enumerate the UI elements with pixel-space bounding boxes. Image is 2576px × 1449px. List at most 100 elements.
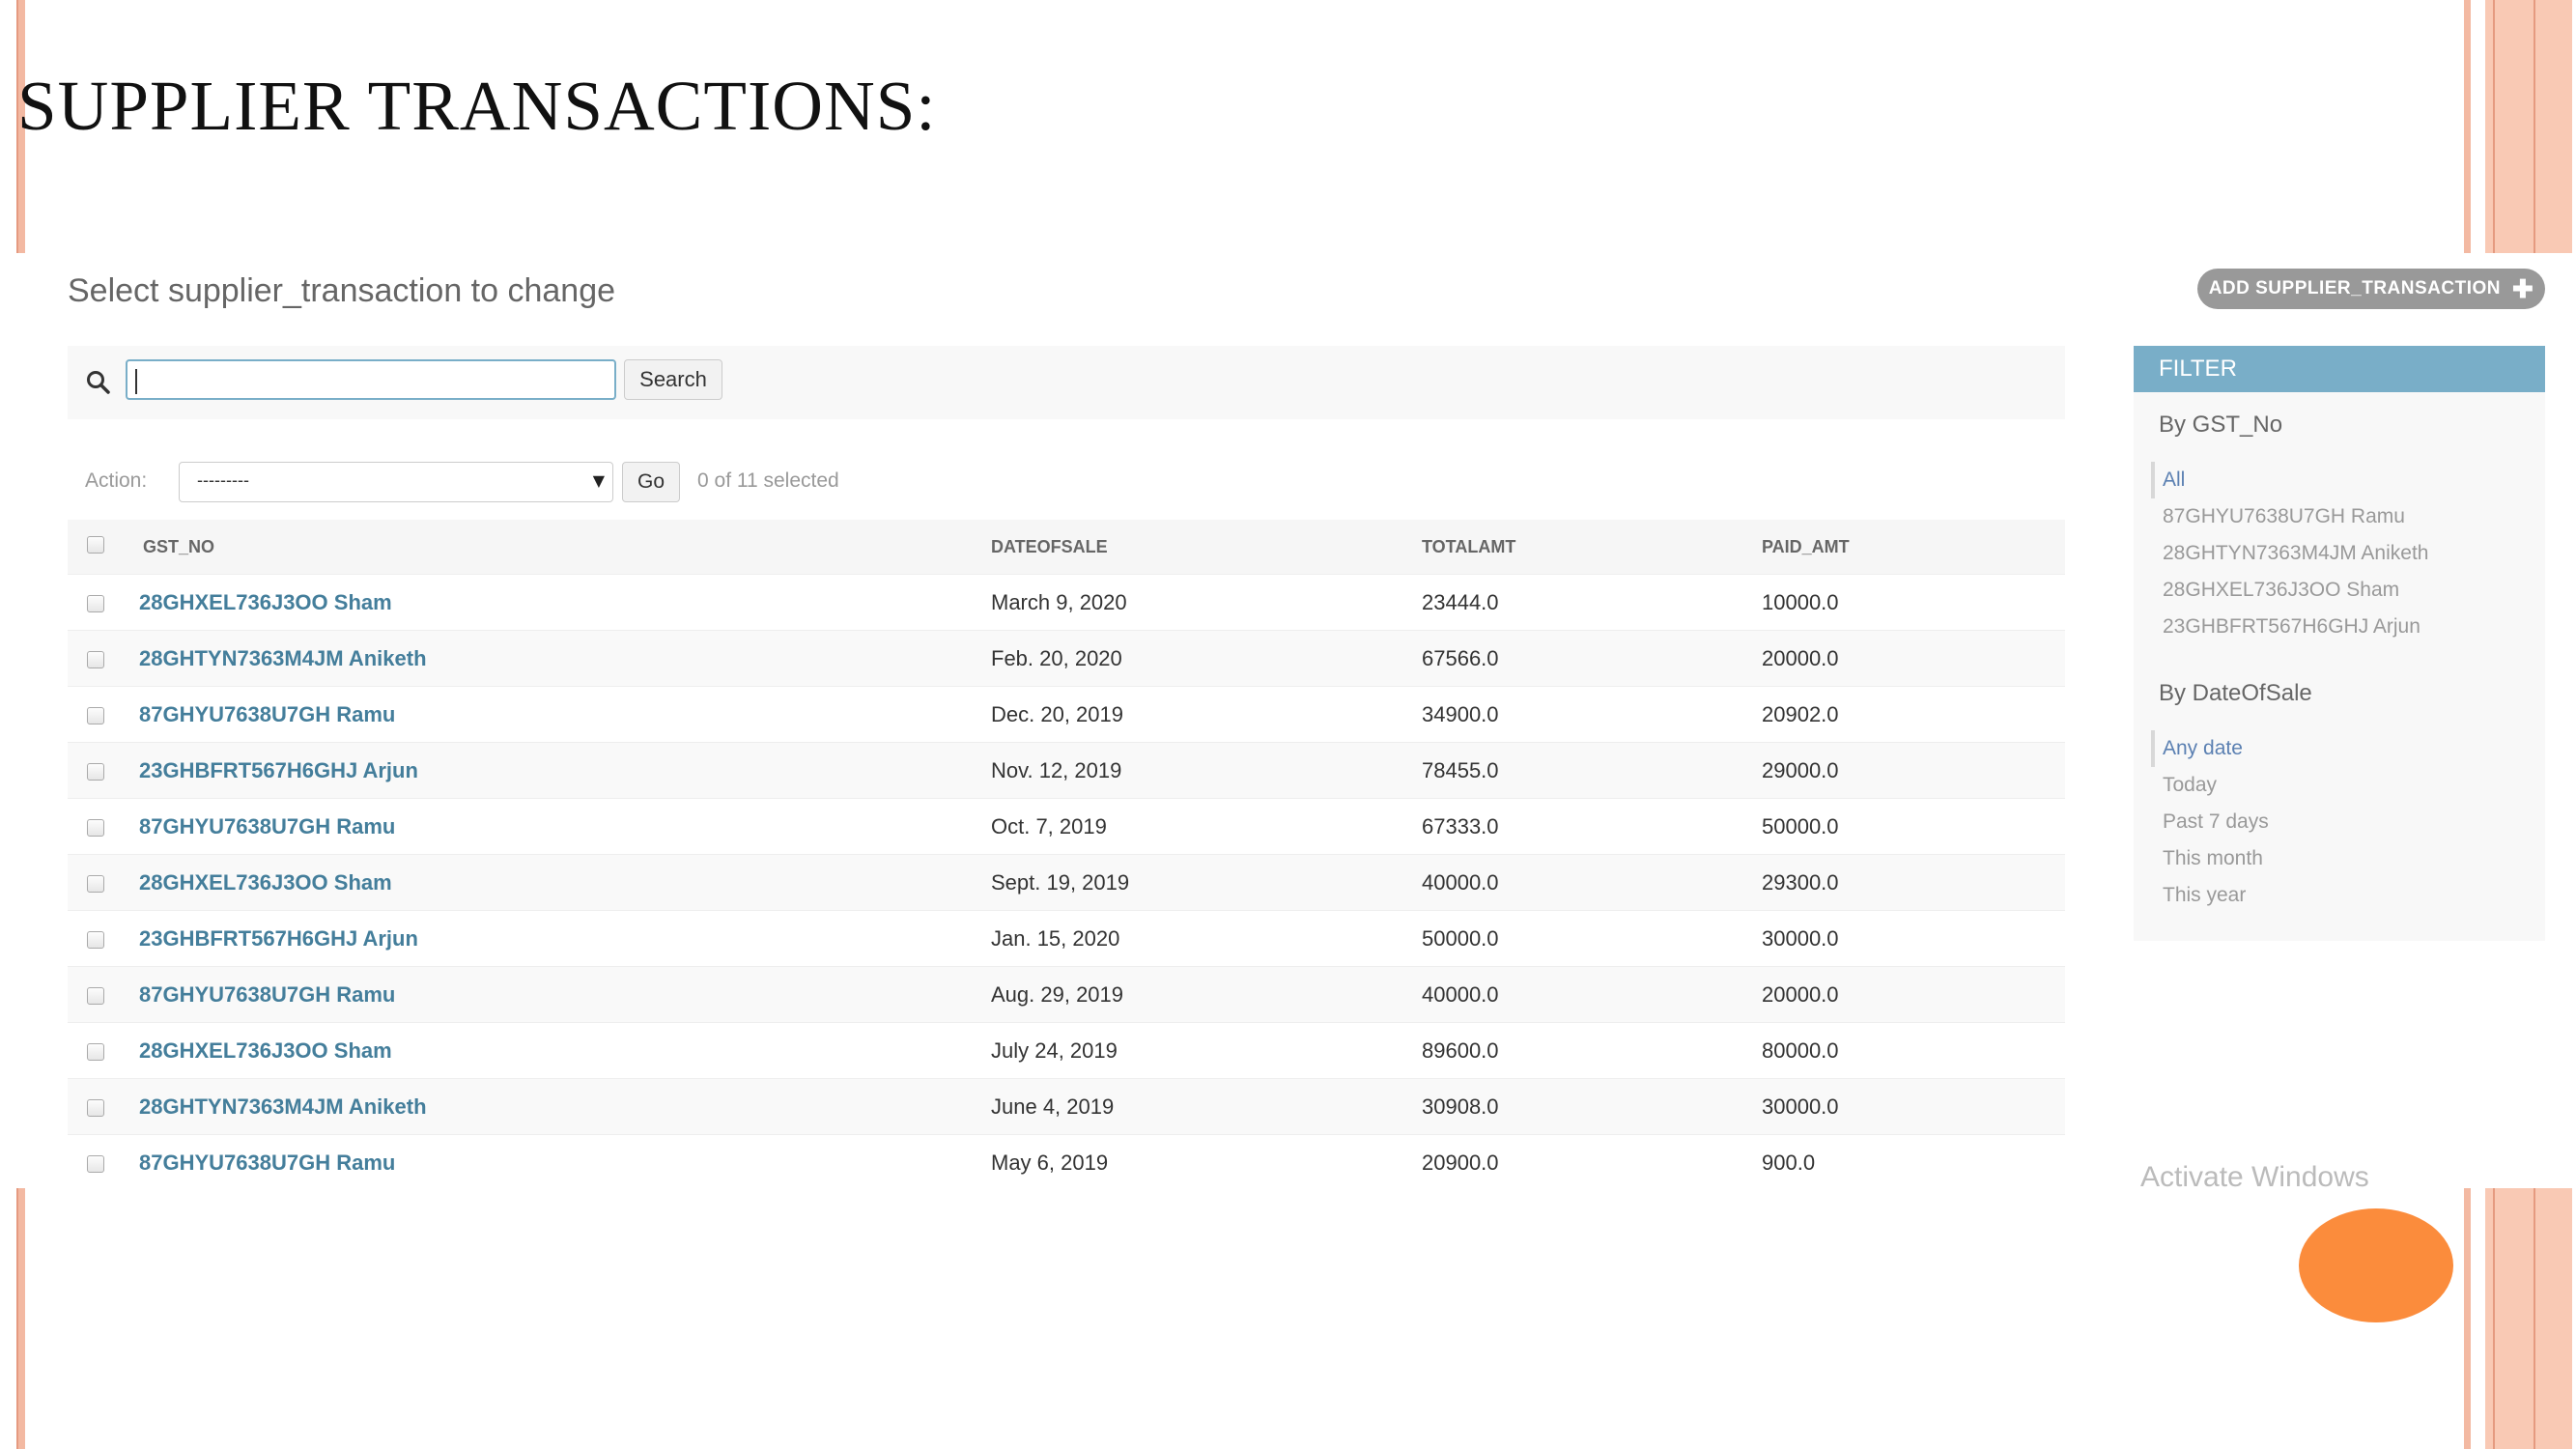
- table-header-row: GST_NO DATEOFSALE TOTALAMT PAID_AMT: [68, 520, 2065, 575]
- add-supplier-transaction-button[interactable]: ADD SUPPLIER_TRANSACTION ✚: [2197, 269, 2545, 309]
- paid-amt-cell: 900.0: [1762, 1134, 2065, 1188]
- row-checkbox[interactable]: [87, 986, 104, 1005]
- gst-no-link[interactable]: 87GHYU7638U7GH Ramu: [139, 1151, 395, 1175]
- row-checkbox[interactable]: [87, 650, 104, 668]
- text-caret: [135, 369, 137, 394]
- search-input[interactable]: [126, 359, 616, 400]
- right-accent-stripes-top: [2464, 0, 2576, 253]
- gst-no-link[interactable]: 87GHYU7638U7GH Ramu: [139, 814, 395, 838]
- row-checkbox[interactable]: [87, 874, 104, 893]
- filter-option[interactable]: This month: [2151, 840, 2537, 877]
- paid-amt-cell: 50000.0: [1762, 798, 2065, 855]
- select-all-checkbox[interactable]: [87, 535, 104, 554]
- gst-no-link[interactable]: 28GHXEL736J3OO Sham: [139, 870, 392, 895]
- slide-title: SUPPLIER TRANSACTIONS:: [17, 67, 937, 145]
- totalamt-cell: 50000.0: [1422, 910, 1762, 967]
- filter-option[interactable]: Past 7 days: [2151, 804, 2537, 840]
- gst-no-cell: 28GHXEL736J3OO Sham: [139, 574, 991, 631]
- dateofsale-cell: March 9, 2020: [991, 574, 1422, 631]
- filter-option[interactable]: Today: [2151, 767, 2537, 804]
- paid-amt-cell: 10000.0: [1762, 574, 2065, 631]
- action-select[interactable]: --------- ▼: [179, 462, 613, 502]
- gst-no-cell: 23GHBFRT567H6GHJ Arjun: [139, 910, 991, 967]
- dateofsale-cell: Feb. 20, 2020: [991, 630, 1422, 687]
- select-all-cell: [68, 520, 139, 575]
- go-button[interactable]: Go: [622, 462, 680, 502]
- gst-no-link[interactable]: 23GHBFRT567H6GHJ Arjun: [139, 926, 418, 951]
- page-title: Select supplier_transaction to change: [68, 272, 616, 309]
- row-checkbox-cell: [68, 630, 139, 687]
- gst-no-cell: 87GHYU7638U7GH Ramu: [139, 686, 991, 743]
- gst-no-link[interactable]: 87GHYU7638U7GH Ramu: [139, 982, 395, 1007]
- gst-no-link[interactable]: 87GHYU7638U7GH Ramu: [139, 702, 395, 726]
- column-header-dateofsale[interactable]: DATEOFSALE: [991, 520, 1422, 575]
- row-checkbox-cell: [68, 1078, 139, 1135]
- row-checkbox[interactable]: [87, 594, 104, 612]
- totalamt-cell: 67566.0: [1422, 630, 1762, 687]
- dateofsale-cell: Oct. 7, 2019: [991, 798, 1422, 855]
- row-checkbox-cell: [68, 854, 139, 911]
- gst-no-link[interactable]: 28GHTYN7363M4JM Aniketh: [139, 1094, 427, 1119]
- row-checkbox-cell: [68, 910, 139, 967]
- paid-amt-cell: 20000.0: [1762, 966, 2065, 1023]
- gst-no-cell: 87GHYU7638U7GH Ramu: [139, 798, 991, 855]
- add-button-label: ADD SUPPLIER_TRANSACTION: [2208, 278, 2501, 298]
- column-header-paid-amt[interactable]: PAID_AMT: [1762, 520, 2065, 575]
- selected-count: 0 of 11 selected: [697, 469, 839, 492]
- table-row: 87GHYU7638U7GH Ramu Oct. 7, 2019 67333.0 50…: [68, 798, 2065, 855]
- paid-amt-cell: 30000.0: [1762, 1078, 2065, 1135]
- admin-screenshot: Select supplier_transaction to change AD…: [0, 253, 2576, 1188]
- filter-list-date: Any date Today Past 7 days This month This y…: [2151, 730, 2537, 914]
- dateofsale-cell: June 4, 2019: [991, 1078, 1422, 1135]
- table-row: 87GHYU7638U7GH Ramu May 6, 2019 20900.0 900…: [68, 1134, 2065, 1188]
- plus-icon: ✚: [2512, 274, 2534, 303]
- totalamt-cell: 23444.0: [1422, 574, 1762, 631]
- filter-option[interactable]: 87GHYU7638U7GH Ramu: [2151, 498, 2537, 535]
- row-checkbox-cell: [68, 574, 139, 631]
- row-checkbox[interactable]: [87, 1098, 104, 1117]
- filter-option[interactable]: This year: [2151, 877, 2537, 914]
- totalamt-cell: 34900.0: [1422, 686, 1762, 743]
- dateofsale-cell: May 6, 2019: [991, 1134, 1422, 1188]
- chevron-down-icon: ▼: [592, 471, 605, 490]
- filter-heading-gst: By GST_No: [2159, 412, 2283, 438]
- gst-no-link[interactable]: 28GHXEL736J3OO Sham: [139, 1038, 392, 1063]
- paid-amt-cell: 80000.0: [1762, 1022, 2065, 1079]
- paid-amt-cell: 29300.0: [1762, 854, 2065, 911]
- totalamt-cell: 78455.0: [1422, 742, 1762, 799]
- dateofsale-cell: Dec. 20, 2019: [991, 686, 1422, 743]
- gst-no-cell: 28GHTYN7363M4JM Aniketh: [139, 1078, 991, 1135]
- filter-option[interactable]: 28GHXEL736J3OO Sham: [2151, 572, 2537, 609]
- row-checkbox[interactable]: [87, 1154, 104, 1173]
- row-checkbox[interactable]: [87, 1042, 104, 1061]
- actions-bar: Action: --------- ▼ Go 0 of 11 selected: [68, 460, 937, 504]
- gst-no-cell: 87GHYU7638U7GH Ramu: [139, 966, 991, 1023]
- totalamt-cell: 40000.0: [1422, 854, 1762, 911]
- filter-option[interactable]: 28GHTYN7363M4JM Aniketh: [2151, 535, 2537, 572]
- table-row: 23GHBFRT567H6GHJ Arjun Jan. 15, 2020 50000…: [68, 910, 2065, 967]
- row-checkbox[interactable]: [87, 706, 104, 724]
- row-checkbox[interactable]: [87, 762, 104, 781]
- filter-option[interactable]: Any date: [2151, 730, 2537, 767]
- paid-amt-cell: 29000.0: [1762, 742, 2065, 799]
- gst-no-cell: 87GHYU7638U7GH Ramu: [139, 1134, 991, 1188]
- action-label: Action:: [85, 469, 148, 492]
- totalamt-cell: 20900.0: [1422, 1134, 1762, 1188]
- row-checkbox-cell: [68, 1134, 139, 1188]
- totalamt-cell: 67333.0: [1422, 798, 1762, 855]
- filter-option[interactable]: 23GHBFRT567H6GHJ Arjun: [2151, 609, 2537, 645]
- gst-no-link[interactable]: 28GHXEL736J3OO Sham: [139, 590, 392, 614]
- filter-option[interactable]: All: [2151, 462, 2537, 498]
- gst-no-link[interactable]: 28GHTYN7363M4JM Aniketh: [139, 646, 427, 670]
- column-header-totalamt[interactable]: TOTALAMT: [1422, 520, 1762, 575]
- search-icon: [87, 371, 110, 394]
- row-checkbox-cell: [68, 966, 139, 1023]
- table-row: 28GHXEL736J3OO Sham July 24, 2019 89600.0 8…: [68, 1022, 2065, 1079]
- dateofsale-cell: Sept. 19, 2019: [991, 854, 1422, 911]
- gst-no-link[interactable]: 23GHBFRT567H6GHJ Arjun: [139, 758, 418, 782]
- row-checkbox[interactable]: [87, 818, 104, 837]
- column-header-gst-no[interactable]: GST_NO: [139, 520, 991, 575]
- dateofsale-cell: Jan. 15, 2020: [991, 910, 1422, 967]
- search-button[interactable]: Search: [624, 359, 722, 400]
- row-checkbox[interactable]: [87, 930, 104, 949]
